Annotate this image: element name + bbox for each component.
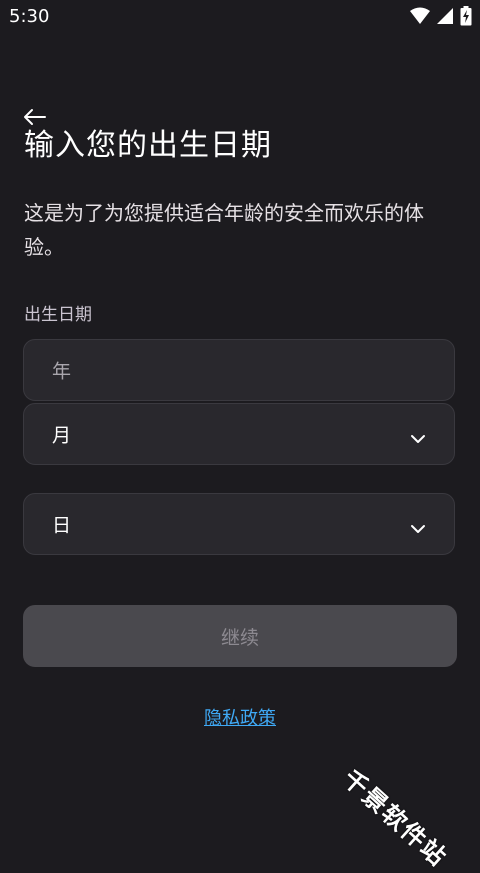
status-bar: 5:30 — [0, 0, 480, 34]
day-select[interactable]: 日 — [23, 493, 455, 555]
page-subtitle: 这是为了为您提供适合年龄的安全而欢乐的体验。 — [24, 201, 424, 259]
day-select-value: 日 — [52, 514, 72, 537]
page-title: 输入您的出生日期 — [24, 128, 272, 163]
month-select[interactable]: 月 — [23, 403, 455, 465]
year-placeholder: 年 — [52, 360, 72, 383]
chevron-down-icon — [410, 429, 426, 443]
watermark: 千景软件站 — [337, 764, 453, 873]
month-select-value: 月 — [52, 424, 72, 447]
continue-button[interactable]: 继续 — [23, 605, 457, 667]
status-icons — [410, 6, 472, 26]
chevron-down-icon — [410, 519, 426, 533]
status-time: 5:30 — [9, 6, 50, 27]
year-input[interactable]: 年 — [23, 339, 455, 401]
cellular-signal-icon — [436, 7, 454, 25]
privacy-policy-link[interactable]: 隐私政策 — [0, 704, 480, 730]
wifi-icon — [410, 7, 430, 25]
birthdate-label: 出生日期 — [24, 305, 92, 325]
battery-charging-icon — [460, 6, 472, 26]
